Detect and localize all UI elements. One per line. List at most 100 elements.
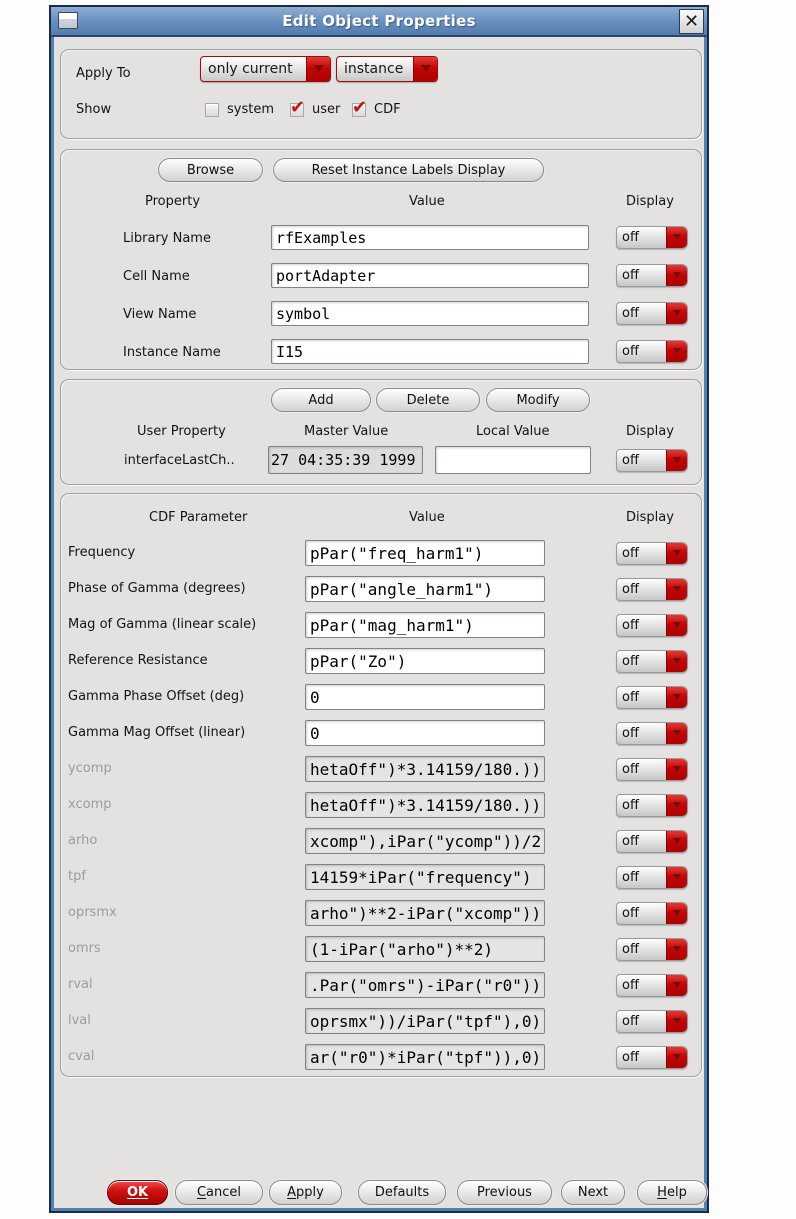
apply-scope-dropdown[interactable]: only current (200, 56, 331, 82)
cdf-row-label: rval (68, 977, 93, 992)
cdf-row-value-input (305, 756, 545, 782)
library-name-input[interactable] (271, 225, 589, 250)
cdf-row-value-input[interactable] (305, 612, 545, 638)
apply-button[interactable]: Apply (269, 1180, 342, 1205)
cdf-row-display-dropdown[interactable]: off (616, 758, 688, 781)
cdf-row-value-input[interactable] (305, 576, 545, 602)
cdf-row-value-input[interactable] (305, 540, 545, 566)
cdf-row-value-input[interactable] (305, 684, 545, 710)
cdf-row-display-dropdown[interactable]: off (616, 902, 688, 925)
chevron-down-icon (666, 579, 687, 600)
checkbox-user[interactable]: user (290, 97, 340, 118)
user-property-display-dropdown[interactable]: off (616, 449, 688, 472)
next-button[interactable]: Next (561, 1180, 625, 1205)
apply-target-value: instance (344, 61, 404, 77)
previous-button[interactable]: Previous (457, 1180, 552, 1205)
library-name-display-dropdown[interactable]: off (616, 226, 688, 249)
chevron-down-icon (413, 57, 437, 81)
instance-name-input[interactable] (271, 339, 589, 364)
cdf-row-value-input (305, 1008, 545, 1034)
help-button[interactable]: Help (637, 1180, 707, 1205)
cdf-row-value-input[interactable] (305, 648, 545, 674)
checkbox-system-label: system (227, 102, 274, 117)
display-header: Display (626, 194, 674, 209)
cell-name-display-dropdown[interactable]: off (616, 264, 688, 287)
cdf-row-display-dropdown[interactable]: off (616, 686, 688, 709)
checkbox-cdf-label: CDF (374, 102, 401, 117)
chevron-down-icon (666, 867, 687, 888)
checkbox-system-box[interactable] (205, 102, 219, 117)
chevron-down-icon (666, 939, 687, 960)
close-button[interactable]: ✕ (679, 9, 704, 34)
window-title: Edit Object Properties (282, 12, 476, 30)
browse-button[interactable]: Browse (158, 158, 263, 182)
delete-button[interactable]: Delete (376, 388, 480, 412)
cdf-row-display-dropdown[interactable]: off (616, 794, 688, 817)
value-header: Value (409, 194, 445, 209)
cdf-row-label: omrs (68, 941, 101, 956)
display-value: off (622, 453, 639, 468)
apply-target-dropdown[interactable]: instance (336, 56, 438, 82)
cdf-row-display-dropdown[interactable]: off (616, 830, 688, 853)
defaults-button[interactable]: Defaults (358, 1180, 446, 1205)
cdf-parameter-header: CDF Parameter (149, 510, 248, 525)
cdf-row-display-dropdown[interactable]: off (616, 578, 688, 601)
display-value: off (622, 1050, 639, 1065)
cdf-row-display-dropdown[interactable]: off (616, 542, 688, 565)
checkbox-system[interactable]: system (205, 102, 274, 117)
add-button[interactable]: Add (271, 388, 371, 412)
chevron-down-icon (666, 1011, 687, 1032)
cdf-row-value-input (305, 972, 545, 998)
cdf-row-display-dropdown[interactable]: off (616, 974, 688, 997)
display-value: off (622, 618, 639, 633)
checkbox-cdf-box[interactable] (352, 97, 367, 118)
cdf-row-label: Reference Resistance (68, 653, 208, 668)
cdf-row-display-dropdown[interactable]: off (616, 650, 688, 673)
chevron-down-icon (666, 795, 687, 816)
instance-name-label: Instance Name (123, 345, 221, 360)
cell-name-input[interactable] (271, 263, 589, 288)
cdf-row-value-input (305, 936, 545, 962)
cell-name-label: Cell Name (123, 269, 190, 284)
view-name-display-dropdown[interactable]: off (616, 302, 688, 325)
display-value: off (622, 582, 639, 597)
display-value: off (622, 268, 639, 283)
cdf-row-value-input (305, 864, 545, 890)
cdf-row-value-input (305, 792, 545, 818)
local-value-input[interactable] (435, 446, 591, 474)
modify-button[interactable]: Modify (486, 388, 590, 412)
master-value-field[interactable] (268, 446, 423, 474)
instance-name-display-dropdown[interactable]: off (616, 340, 688, 363)
cdf-row-display-dropdown[interactable]: off (616, 1046, 688, 1069)
display-value: off (622, 834, 639, 849)
chevron-down-icon (666, 1047, 687, 1068)
cdf-row-display-dropdown[interactable]: off (616, 614, 688, 637)
instance-panel: Browse Reset Instance Labels Display Pro… (60, 149, 702, 370)
chevron-down-icon (666, 450, 687, 471)
cdf-row-display-dropdown[interactable]: off (616, 722, 688, 745)
checkbox-user-box[interactable] (290, 97, 305, 118)
cdf-row-label: lval (68, 1013, 91, 1028)
view-name-label: View Name (123, 307, 197, 322)
user-property-header: User Property (137, 424, 226, 439)
chevron-down-icon (666, 615, 687, 636)
display-value: off (622, 1014, 639, 1029)
chevron-down-icon (666, 227, 687, 248)
cdf-row-value-input (305, 900, 545, 926)
ok-button[interactable]: OK (107, 1180, 168, 1205)
display-header: Display (626, 510, 674, 525)
chevron-down-icon (666, 687, 687, 708)
display-value: off (622, 230, 639, 245)
reset-instance-labels-button[interactable]: Reset Instance Labels Display (273, 158, 544, 182)
cdf-row-value-input[interactable] (305, 720, 545, 746)
checkbox-cdf[interactable]: CDF (352, 97, 401, 118)
chevron-down-icon (666, 723, 687, 744)
cdf-row-display-dropdown[interactable]: off (616, 866, 688, 889)
cdf-row-display-dropdown[interactable]: off (616, 1010, 688, 1033)
cdf-row-label: Frequency (68, 545, 136, 560)
property-header: Property (145, 194, 201, 209)
cancel-button[interactable]: Cancel (175, 1180, 263, 1205)
user-property-panel: Add Delete Modify User Property Master V… (60, 379, 702, 485)
cdf-row-display-dropdown[interactable]: off (616, 938, 688, 961)
view-name-input[interactable] (271, 301, 589, 326)
